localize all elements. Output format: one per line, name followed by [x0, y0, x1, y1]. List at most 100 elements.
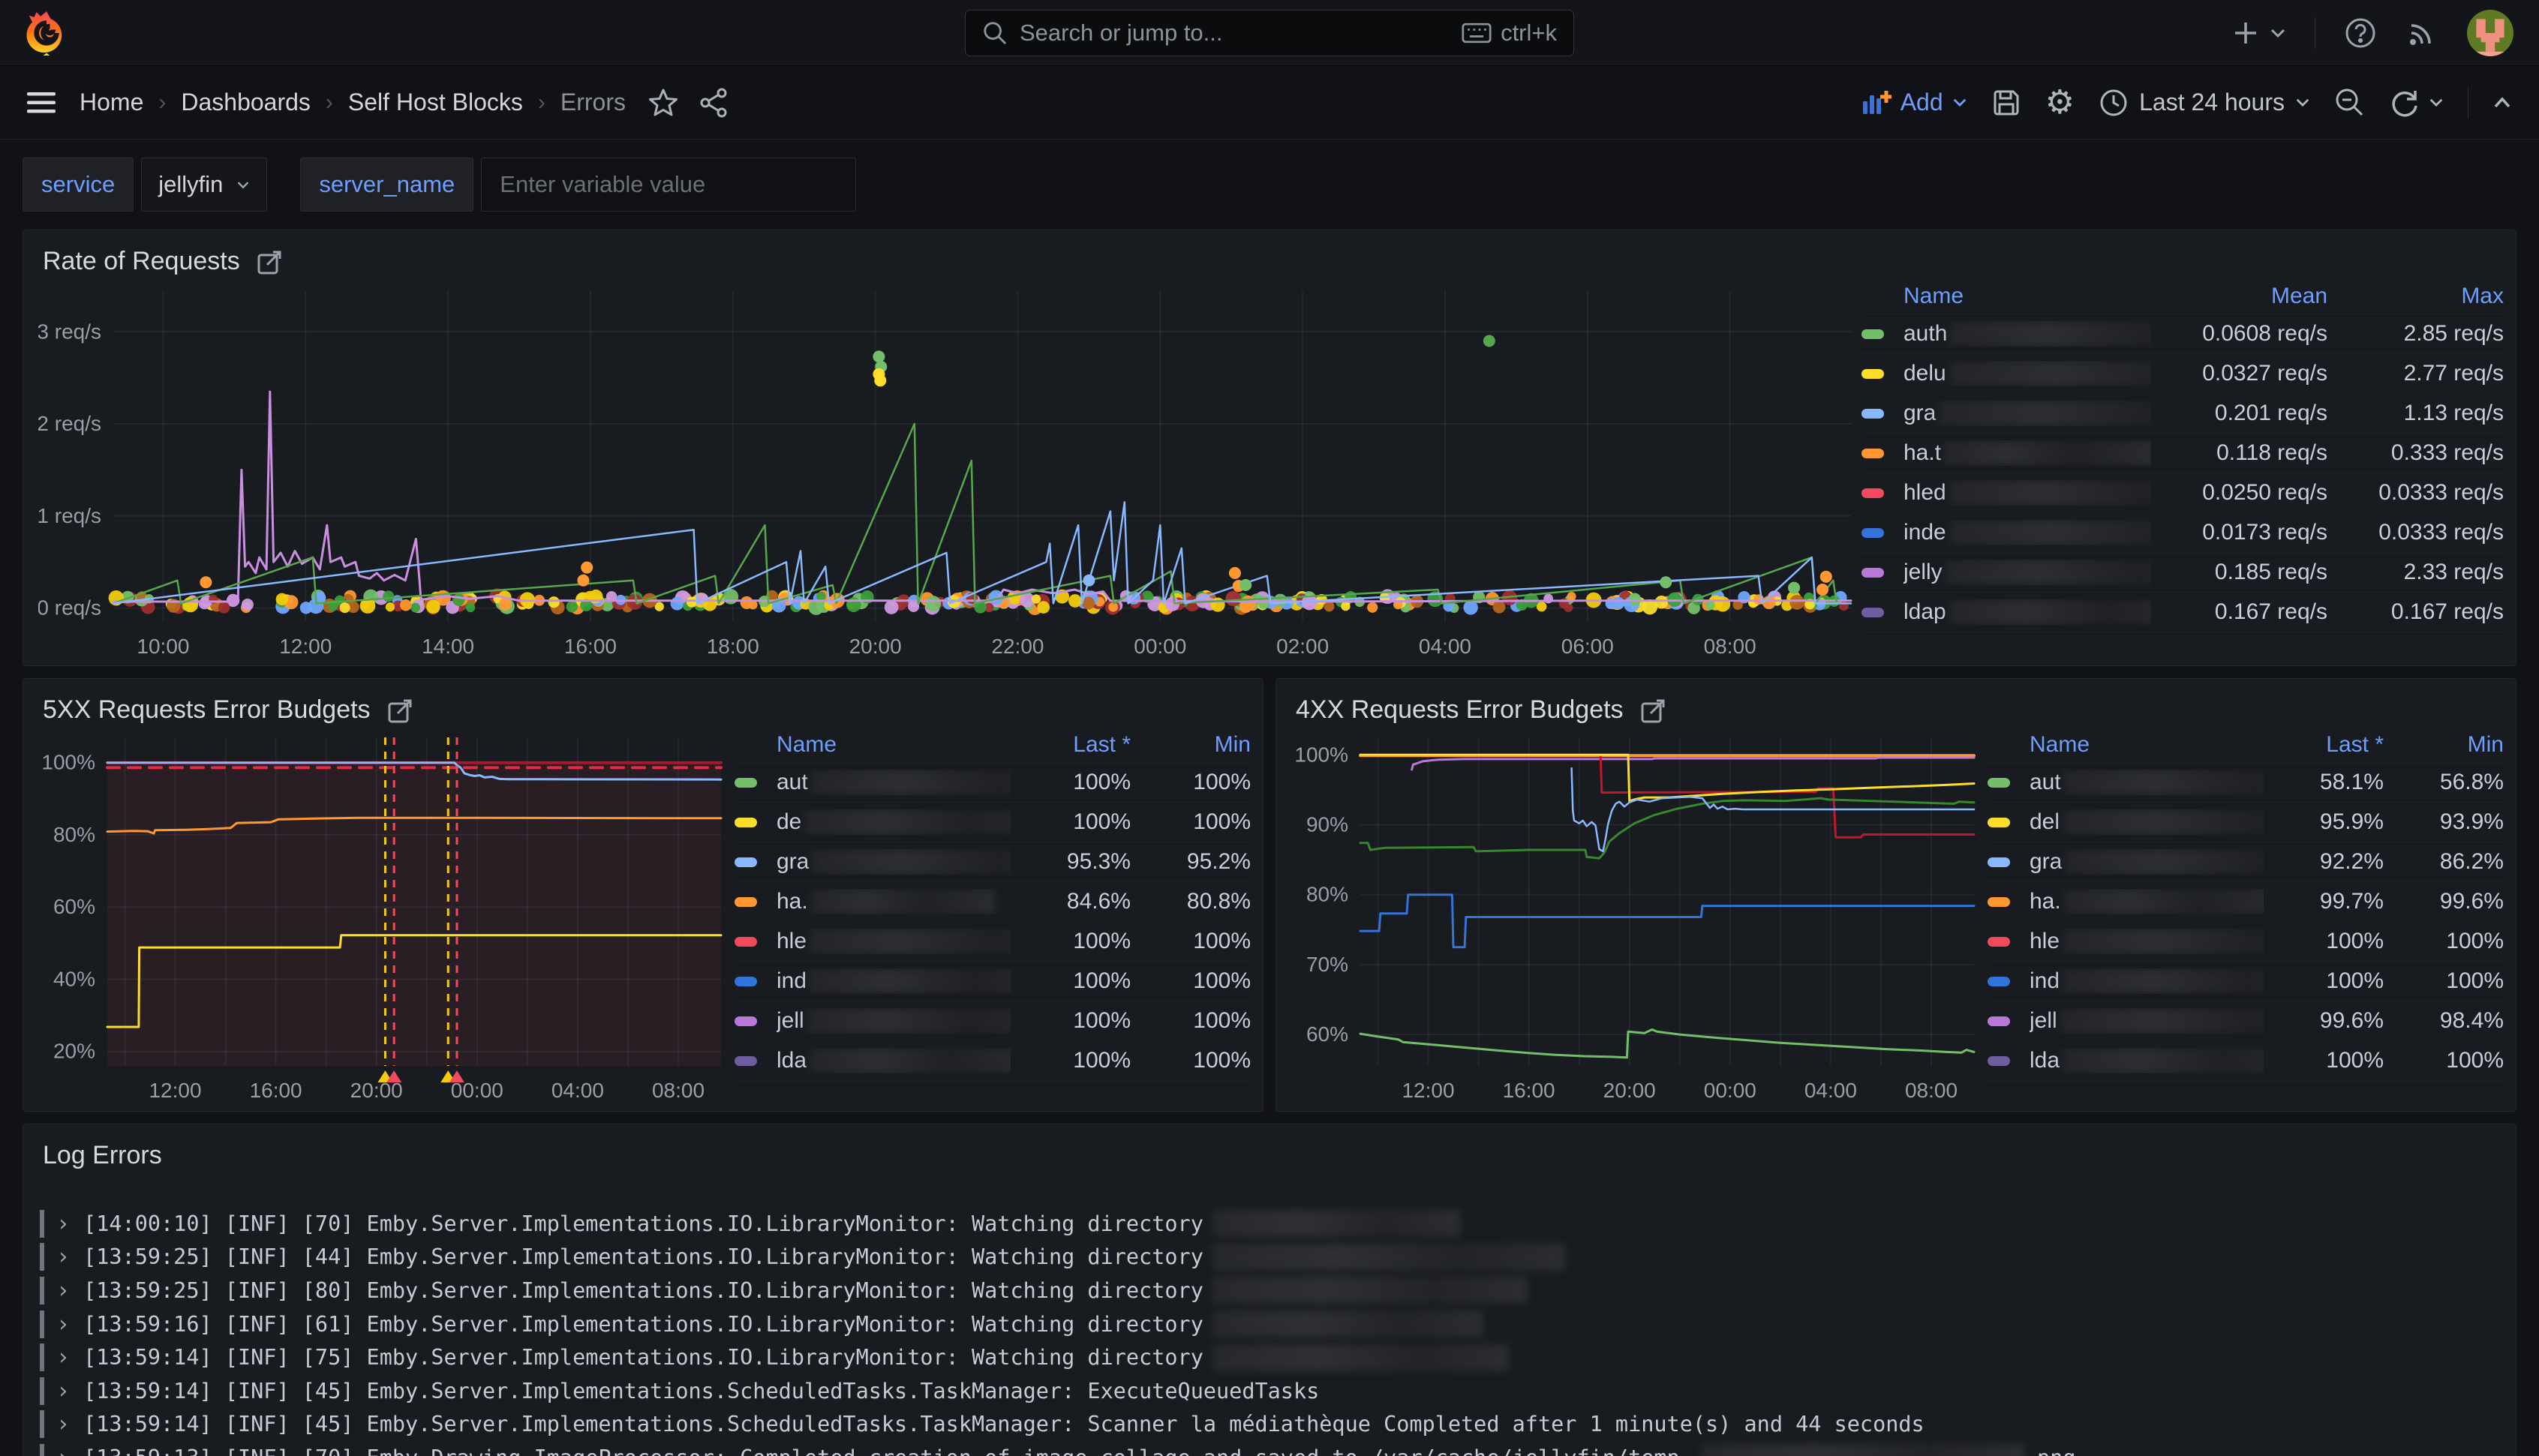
series-name[interactable]: ldap	[1903, 599, 2151, 625]
legend-row[interactable]: del95.9%93.9%	[1988, 803, 2504, 842]
expand-chevron-icon[interactable]: ›	[56, 1378, 70, 1404]
legend-row[interactable]: ha.t0.118 req/s0.333 req/s	[1861, 434, 2504, 473]
legend-row[interactable]: ind100%100%	[1988, 962, 2504, 1001]
log-line[interactable]: ›[13:59:16] [INF] [61] Emby.Server.Imple…	[40, 1307, 2504, 1341]
series-name[interactable]: hled	[1903, 480, 2151, 506]
log-line[interactable]: ›[13:59:14] [INF] [45] Emby.Server.Imple…	[40, 1374, 2504, 1408]
legend-row[interactable]: hle100%100%	[1988, 922, 2504, 962]
series-name[interactable]: gra	[2030, 849, 2264, 875]
share-icon[interactable]	[698, 87, 729, 119]
series-name[interactable]: aut	[777, 770, 1011, 795]
news-icon[interactable]	[2405, 17, 2438, 50]
breadcrumb-item[interactable]: Self Host Blocks	[348, 89, 523, 116]
expand-chevron-icon[interactable]: ›	[56, 1277, 70, 1304]
series-name[interactable]: del	[2030, 809, 2264, 835]
zoom-out-button[interactable]	[2334, 87, 2366, 119]
fourxx-chart[interactable]: 60%70%80%90%100%12:0016:0020:0000:0004:0…	[1291, 727, 1988, 1103]
legend-row[interactable]: hled0.0250 req/s0.0333 req/s	[1861, 473, 2504, 513]
legend-row[interactable]: jelly0.185 req/s2.33 req/s	[1861, 553, 2504, 593]
variable-server-name-input[interactable]	[481, 158, 856, 212]
series-name[interactable]: delu	[1903, 361, 2151, 386]
legend-row[interactable]: gra92.2%86.2%	[1988, 842, 2504, 882]
user-avatar[interactable]	[2467, 10, 2513, 56]
legend-row[interactable]: ind100%100%	[735, 962, 1251, 1001]
legend-row[interactable]: hle100%100%	[735, 922, 1251, 962]
series-name[interactable]: jell	[777, 1008, 1011, 1034]
legend-col[interactable]: Last *	[2264, 732, 2384, 758]
menu-icon[interactable]	[27, 91, 59, 115]
legend-row[interactable]: lda100%100%	[735, 1041, 1251, 1081]
legend-row[interactable]: jell99.6%98.4%	[1988, 1001, 2504, 1041]
series-name[interactable]: auth	[1903, 321, 2151, 347]
series-name[interactable]: ha.	[2030, 889, 2264, 914]
breadcrumb-item[interactable]: Dashboards	[181, 89, 311, 116]
expand-chevron-icon[interactable]: ›	[56, 1211, 70, 1237]
expand-chevron-icon[interactable]: ›	[56, 1244, 70, 1270]
dashboard-settings-button[interactable]: ⚙	[2045, 86, 2075, 119]
external-link-icon[interactable]	[1640, 697, 1667, 724]
legend-row[interactable]: lda100%100%	[1988, 1041, 2504, 1081]
expand-chevron-icon[interactable]: ›	[56, 1311, 70, 1337]
breadcrumb-item[interactable]: Home	[80, 89, 143, 116]
star-icon[interactable]	[648, 88, 678, 118]
legend-row[interactable]: inde0.0173 req/s0.0333 req/s	[1861, 513, 2504, 553]
series-name[interactable]: aut	[2030, 770, 2264, 795]
legend-row[interactable]: gra95.3%95.2%	[735, 842, 1251, 882]
time-range-picker[interactable]: Last 24 hours	[2099, 88, 2310, 118]
grafana-logo-icon[interactable]	[26, 11, 68, 56]
series-name[interactable]: gra	[777, 849, 1011, 875]
log-line[interactable]: ›[13:59:14] [INF] [75] Emby.Server.Imple…	[40, 1340, 2504, 1374]
legend-row[interactable]: gra0.201 req/s1.13 req/s	[1861, 394, 2504, 434]
legend-col-name[interactable]: Name	[777, 732, 1011, 758]
series-name[interactable]: ha.t	[1903, 440, 2151, 466]
series-name[interactable]: gra	[1903, 401, 2151, 426]
add-menu-button[interactable]	[2232, 20, 2286, 47]
log-line[interactable]: ›[13:59:25] [INF] [44] Emby.Server.Imple…	[40, 1241, 2504, 1274]
legend-row[interactable]: aut58.1%56.8%	[1988, 763, 2504, 803]
expand-chevron-icon[interactable]: ›	[56, 1411, 70, 1437]
external-link-icon[interactable]	[387, 697, 414, 724]
series-name[interactable]: inde	[1903, 520, 2151, 545]
series-name[interactable]: jelly	[1903, 560, 2151, 585]
refresh-button[interactable]	[2390, 88, 2444, 118]
expand-chevron-icon[interactable]: ›	[56, 1445, 70, 1456]
collapse-chevron-up-icon[interactable]	[2492, 96, 2512, 110]
log-line[interactable]: ›[14:00:10] [INF] [70] Emby.Server.Imple…	[40, 1207, 2504, 1241]
legend-col[interactable]: Max	[2327, 284, 2504, 309]
series-name[interactable]: de	[777, 809, 1011, 835]
legend-col[interactable]: Last *	[1011, 732, 1131, 758]
series-name[interactable]: jell	[2030, 1008, 2264, 1034]
expand-chevron-icon[interactable]: ›	[56, 1344, 70, 1370]
rate-of-requests-chart[interactable]: 0 req/s1 req/s2 req/s3 req/s10:0012:0014…	[38, 278, 1861, 658]
log-line[interactable]: ›[13:59:14] [INF] [45] Emby.Server.Imple…	[40, 1408, 2504, 1442]
legend-row[interactable]: ha.99.7%99.6%	[1988, 882, 2504, 922]
add-panel-button[interactable]: Add	[1861, 89, 1967, 116]
fivexx-chart[interactable]: 20%40%60%80%100%12:0016:0020:0000:0004:0…	[38, 727, 735, 1103]
legend-col[interactable]: Min	[2384, 732, 2504, 758]
log-line[interactable]: ›[13:59:25] [INF] [80] Emby.Server.Imple…	[40, 1274, 2504, 1307]
series-name[interactable]: lda	[2030, 1048, 2264, 1073]
series-name[interactable]: ind	[2030, 968, 2264, 994]
legend-row[interactable]: delu0.0327 req/s2.77 req/s	[1861, 354, 2504, 394]
series-name[interactable]: lda	[777, 1048, 1011, 1073]
variable-service-select[interactable]: jellyfin	[141, 158, 267, 212]
series-name[interactable]: ind	[777, 968, 1011, 994]
log-line[interactable]: ›[13:59:13] [INF] [70] Emby.Drawing.Imag…	[40, 1441, 2504, 1456]
legend-row[interactable]: ldap0.167 req/s0.167 req/s	[1861, 593, 2504, 632]
series-name[interactable]: hle	[2030, 929, 2264, 954]
series-name[interactable]: hle	[777, 929, 1011, 954]
save-dashboard-button[interactable]	[1991, 88, 2021, 118]
legend-col-name[interactable]: Name	[1903, 284, 2151, 309]
legend-col[interactable]: Mean	[2151, 284, 2327, 309]
help-icon[interactable]	[2344, 17, 2377, 50]
legend-col[interactable]: Min	[1131, 732, 1251, 758]
external-link-icon[interactable]	[257, 248, 284, 275]
legend-row[interactable]: jell100%100%	[735, 1001, 1251, 1041]
breadcrumb-item[interactable]: Errors	[560, 89, 626, 116]
legend-row[interactable]: ha.84.6%80.8%	[735, 882, 1251, 922]
legend-row[interactable]: aut100%100%	[735, 763, 1251, 803]
legend-col-name[interactable]: Name	[2030, 732, 2264, 758]
global-search-input[interactable]: Search or jump to... ctrl+k	[965, 10, 1574, 56]
legend-row[interactable]: auth0.0608 req/s2.85 req/s	[1861, 314, 2504, 354]
series-name[interactable]: ha.	[777, 889, 1011, 914]
